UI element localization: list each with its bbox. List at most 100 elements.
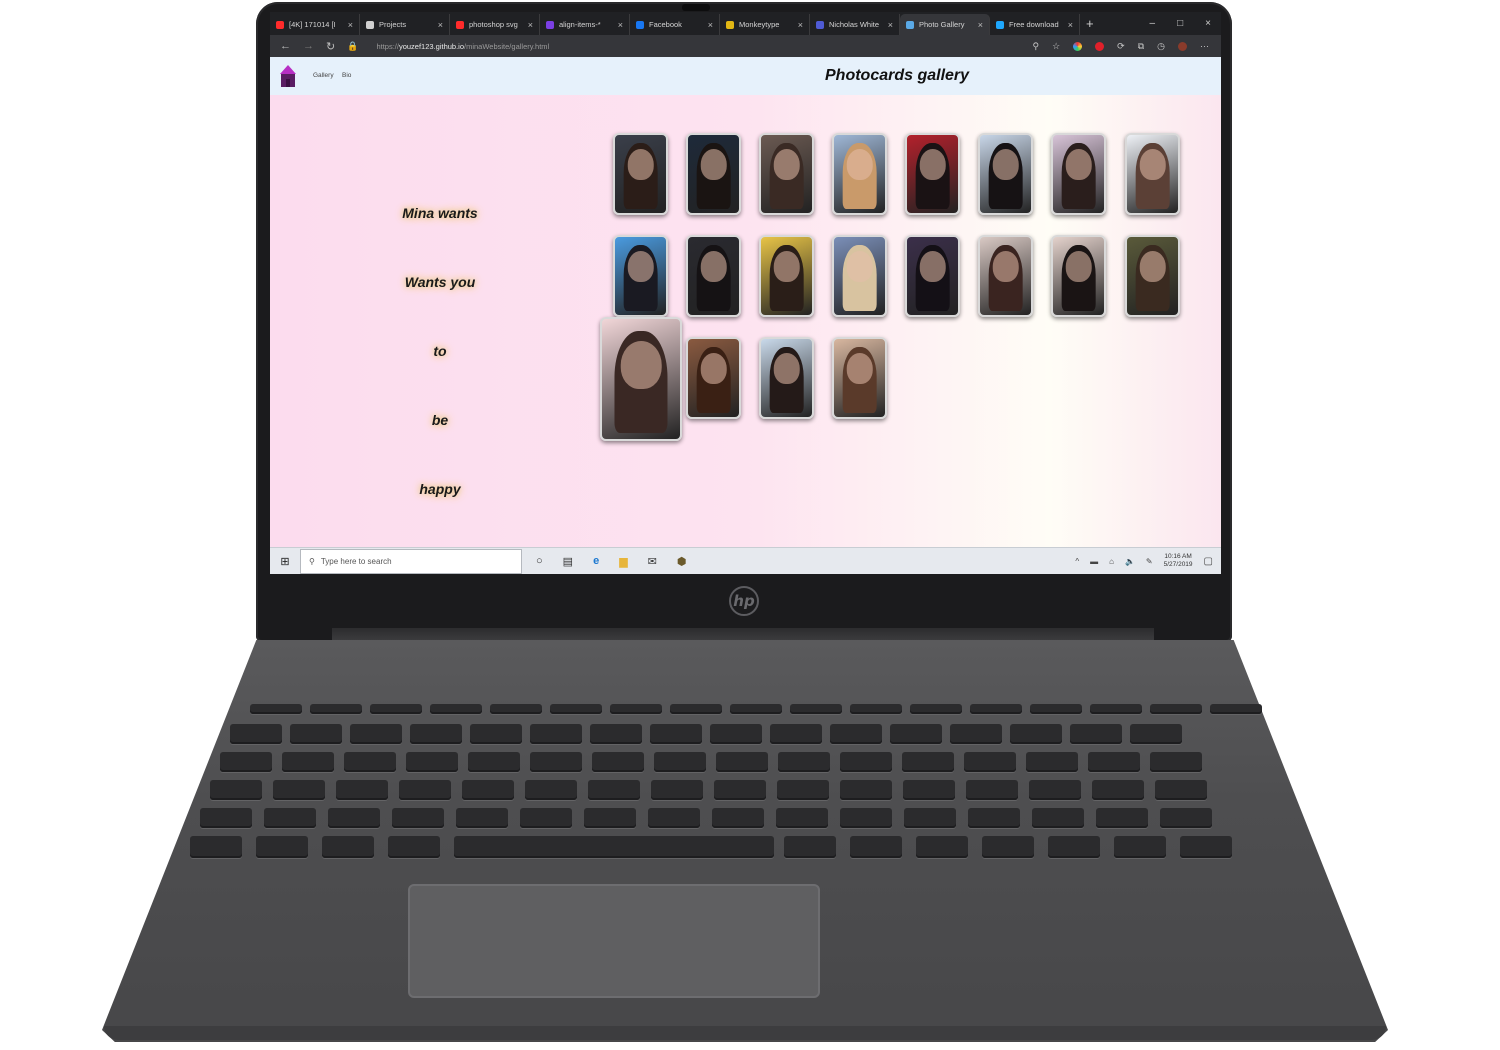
keyboard-key [273, 780, 325, 800]
tab-close-icon[interactable]: × [348, 20, 353, 30]
mail-icon[interactable]: ✉ [648, 555, 657, 568]
photocard[interactable] [600, 317, 682, 441]
network-icon[interactable]: ⌂ [1109, 557, 1114, 566]
photocard[interactable] [1051, 133, 1106, 215]
photocard[interactable] [1125, 133, 1180, 215]
collections-icon[interactable]: ⧉ [1138, 41, 1144, 52]
taskbar-clock[interactable]: 10:16 AM 5/27/2019 [1164, 553, 1193, 569]
keyboard [190, 704, 1310, 874]
photo-portrait [769, 244, 804, 312]
browser-tab[interactable]: Nicholas White × [810, 14, 900, 35]
keyboard-key [654, 752, 706, 772]
battery-icon[interactable]: ▬ [1090, 557, 1098, 566]
photo-portrait [842, 244, 877, 312]
photo-portrait [696, 142, 731, 210]
extension-color-icon[interactable] [1073, 41, 1083, 51]
action-center-icon[interactable]: ▢ [1204, 556, 1213, 567]
tab-close-icon[interactable]: × [888, 20, 893, 30]
browser-tab[interactable]: [4K] 171014 [I × [270, 14, 360, 35]
sync-icon[interactable]: ⟳ [1117, 41, 1125, 52]
reload-icon[interactable]: ↻ [326, 40, 335, 53]
browser-tab[interactable]: align-items-* × [540, 14, 630, 35]
tab-label: Photo Gallery [919, 20, 965, 29]
tab-close-icon[interactable]: × [978, 20, 983, 30]
store-icon[interactable]: ⬢ [677, 555, 687, 568]
cortana-icon[interactable]: ○ [536, 555, 543, 567]
keyboard-key [1210, 704, 1262, 714]
photocard[interactable] [1125, 235, 1180, 317]
keyboard-key [350, 724, 402, 744]
keyboard-key [200, 808, 252, 828]
home-house-icon[interactable] [279, 64, 297, 88]
back-arrow-icon[interactable]: ← [280, 40, 291, 52]
nav-bio-link[interactable]: Bio [342, 72, 351, 79]
new-tab-button[interactable]: + [1086, 16, 1094, 31]
browser-tab[interactable]: Free download × [990, 14, 1080, 35]
keyboard-key [290, 724, 342, 744]
photocard[interactable] [832, 235, 887, 317]
tab-close-icon[interactable]: × [1068, 20, 1073, 30]
keyboard-key [902, 752, 954, 772]
taskbar-search-box[interactable]: ⚲ Type here to search [300, 548, 522, 574]
browser-tab[interactable]: photoshop svg × [450, 14, 540, 35]
photocard[interactable] [1051, 235, 1106, 317]
photocard[interactable] [832, 337, 887, 419]
tab-close-icon[interactable]: × [708, 20, 713, 30]
photocard[interactable] [613, 133, 668, 215]
photocard[interactable] [832, 133, 887, 215]
hp-logo: hp [729, 586, 759, 616]
profile-avatar[interactable] [1178, 41, 1187, 51]
photocard[interactable] [613, 235, 668, 317]
zoom-icon[interactable]: ⚲ [1032, 41, 1039, 52]
keyboard-key [648, 808, 700, 828]
tab-close-icon[interactable]: × [618, 20, 623, 30]
edge-browser-icon[interactable]: e [593, 555, 599, 567]
tab-label: Monkeytype [739, 20, 780, 29]
maximize-button[interactable]: □ [1177, 18, 1183, 29]
url-field[interactable]: https:// youzef123.github.io /minaWebsit… [370, 38, 970, 54]
photocard[interactable] [759, 133, 814, 215]
browser-tab[interactable]: Facebook × [630, 14, 720, 35]
browser-tab[interactable]: Projects × [360, 14, 450, 35]
tab-favicon-icon [276, 20, 284, 29]
tab-close-icon[interactable]: × [438, 20, 443, 30]
photocard[interactable] [686, 235, 741, 317]
photo-portrait [769, 142, 804, 210]
extension-red-icon[interactable] [1095, 41, 1105, 51]
browser-tab[interactable]: Monkeytype × [720, 14, 810, 35]
pen-icon[interactable]: ✎ [1146, 557, 1153, 566]
history-icon[interactable]: ◷ [1157, 41, 1165, 52]
forward-arrow-icon[interactable]: → [303, 40, 314, 52]
tab-close-icon[interactable]: × [528, 20, 533, 30]
photocard[interactable] [905, 133, 960, 215]
more-menu-icon[interactable]: ··· [1200, 41, 1209, 51]
clock-date: 5/27/2019 [1163, 561, 1193, 568]
keyboard-key [410, 724, 462, 744]
tab-label: Nicholas White [829, 20, 880, 29]
minimize-button[interactable]: – [1150, 18, 1156, 29]
volume-icon[interactable]: 🔈 [1125, 557, 1135, 566]
windows-start-icon[interactable]: ⊞ [270, 555, 300, 568]
nav-gallery-link[interactable]: Gallery [313, 72, 334, 79]
photocard[interactable] [978, 235, 1033, 317]
photocard[interactable] [759, 337, 814, 419]
keyboard-key [1070, 724, 1122, 744]
keyboard-key [1029, 780, 1081, 800]
tab-close-icon[interactable]: × [798, 20, 803, 30]
favorite-star-icon[interactable]: ☆ [1052, 41, 1060, 52]
photocard[interactable] [759, 235, 814, 317]
photocard[interactable] [905, 235, 960, 317]
keyboard-key [1150, 704, 1202, 714]
keyboard-key [490, 704, 542, 714]
tray-overflow-icon[interactable]: ^ [1075, 557, 1079, 566]
file-explorer-icon[interactable]: ▆ [619, 555, 627, 568]
photocard[interactable] [686, 133, 741, 215]
close-window-button[interactable]: × [1205, 18, 1211, 29]
keyboard-key [904, 808, 956, 828]
task-view-icon[interactable]: ▤ [563, 555, 573, 568]
photocard[interactable] [978, 133, 1033, 215]
tab-favicon-icon [996, 20, 1004, 29]
browser-tab[interactable]: Photo Gallery × [900, 14, 990, 35]
photocard[interactable] [686, 337, 741, 419]
photo-portrait [1061, 142, 1096, 210]
